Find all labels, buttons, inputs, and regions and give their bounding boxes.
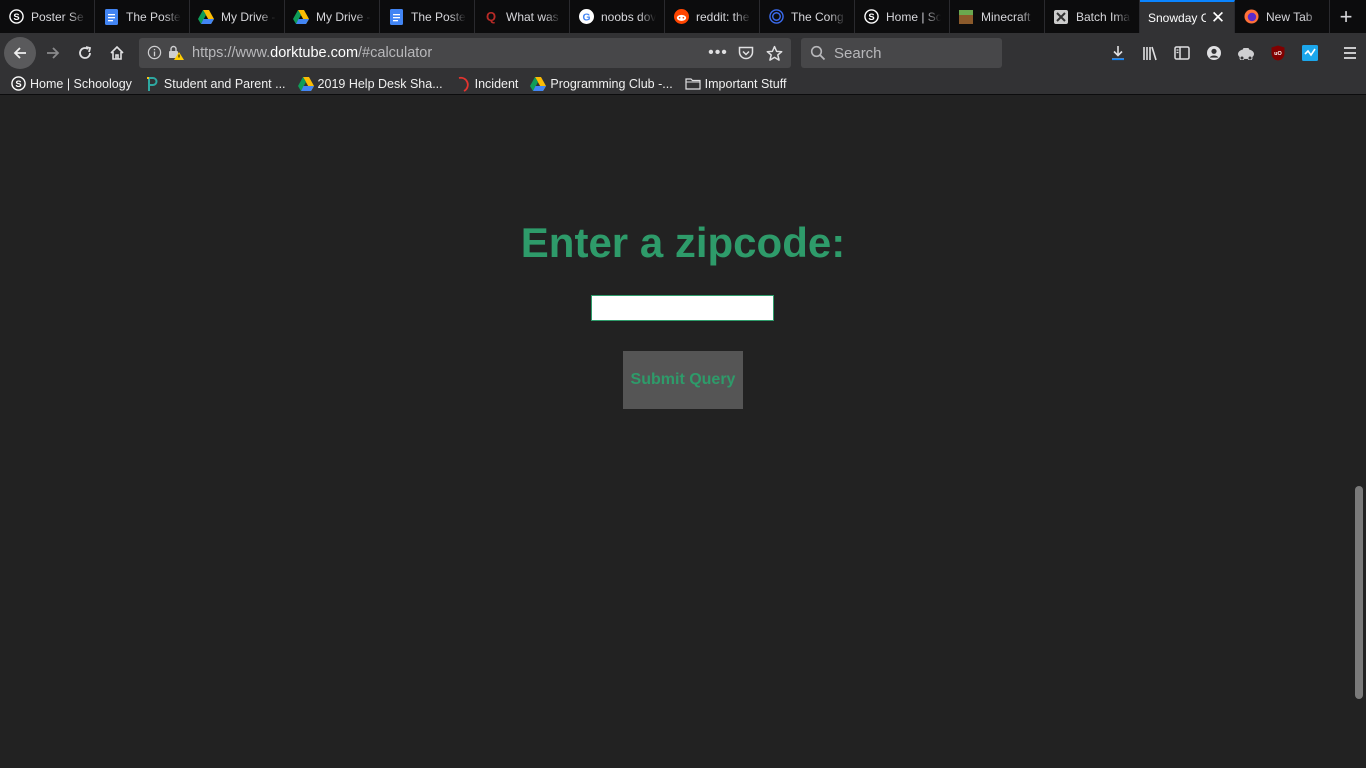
open-menu-hamburger-icon[interactable] — [1334, 38, 1366, 68]
bookmark-label: Programming Club -... — [550, 76, 673, 91]
bookmark-home-schoology[interactable]: S Home | Schoology — [4, 76, 138, 92]
bookmark-label: Incident — [474, 76, 519, 91]
tab-the-congress[interactable]: The Cong — [760, 0, 855, 33]
sidebar-icon[interactable] — [1166, 38, 1198, 68]
svg-text:S: S — [15, 79, 21, 89]
page-actions-icon[interactable]: ••• — [707, 42, 729, 64]
bookmark-label: Important Stuff — [704, 76, 787, 91]
forward-arrow-icon[interactable] — [38, 38, 68, 68]
tab-title: My Drive - — [316, 9, 371, 24]
tab-the-poster-2[interactable]: The Poste — [380, 0, 475, 33]
tab-title: What was — [506, 9, 559, 24]
tab-title: Batch Ima — [1076, 9, 1131, 24]
bookmark-programming-club[interactable]: Programming Club -... — [524, 76, 678, 92]
svg-text:G: G — [582, 12, 590, 23]
bookmark-incident[interactable]: Incident — [449, 76, 525, 92]
google-drive-icon — [297, 76, 314, 92]
bookmark-star-icon[interactable] — [763, 42, 785, 64]
congress-icon — [768, 9, 784, 25]
tab-title: reddit: the — [696, 9, 750, 24]
tracking-extension-icon[interactable] — [1230, 38, 1262, 68]
tab-the-poster-1[interactable]: The Poste — [95, 0, 190, 33]
tab-snowday-active[interactable]: Snowday C ✕ — [1140, 0, 1235, 33]
tab-title: Snowday C — [1148, 10, 1206, 25]
google-drive-icon — [198, 9, 214, 25]
svg-text:S: S — [13, 12, 19, 22]
google-docs-icon — [388, 8, 404, 25]
back-arrow-icon[interactable] — [4, 37, 36, 69]
tab-title: The Poste — [411, 9, 466, 24]
tab-minecraft[interactable]: Minecraft — [950, 0, 1045, 33]
submit-query-button[interactable]: Submit Query — [623, 351, 743, 409]
tab-title: Home | Sc — [886, 9, 941, 24]
insecure-lock-icon[interactable] — [167, 44, 184, 65]
info-icon[interactable] — [147, 45, 162, 64]
quora-icon: Q — [485, 9, 497, 24]
bookmark-student-parent[interactable]: Student and Parent ... — [138, 76, 292, 92]
batch-image-icon — [1053, 9, 1069, 25]
library-icon[interactable] — [1134, 38, 1166, 68]
minecraft-icon — [958, 9, 974, 25]
ublock-origin-icon[interactable]: uO — [1262, 38, 1294, 68]
tab-my-drive-1[interactable]: My Drive - — [190, 0, 285, 33]
search-icon — [810, 45, 826, 65]
scrollbar-thumb[interactable] — [1355, 486, 1363, 699]
url-bar[interactable]: https://www.dorktube.com/#calculator ••• — [139, 38, 791, 68]
google-drive-icon — [530, 76, 547, 92]
tab-reddit[interactable]: reddit: the — [665, 0, 760, 33]
svg-text:uO: uO — [1274, 51, 1282, 57]
tab-title: Poster Se — [31, 9, 84, 24]
new-tab-plus-icon[interactable]: + — [1331, 0, 1361, 33]
folder-icon — [685, 76, 701, 92]
tab-batch-image[interactable]: Batch Ima — [1045, 0, 1140, 33]
page-heading: Enter a zipcode: — [520, 219, 846, 266]
tab-what-was[interactable]: Q What was — [475, 0, 570, 33]
bookmark-label: Student and Parent ... — [163, 76, 286, 91]
bookmark-label: 2019 Help Desk Sha... — [317, 76, 443, 91]
schoology-icon: S — [8, 9, 24, 25]
download-icon[interactable] — [1102, 38, 1134, 68]
schoology-icon: S — [863, 9, 879, 25]
url-suffix: /#calculator — [358, 45, 433, 61]
pocket-icon[interactable] — [735, 42, 757, 64]
p-logo-icon — [144, 76, 160, 92]
firefox-icon — [1243, 9, 1259, 25]
bookmark-help-desk[interactable]: 2019 Help Desk Sha... — [292, 76, 449, 92]
svg-text:S: S — [868, 12, 874, 22]
google-icon: G — [578, 9, 594, 25]
close-tab-icon[interactable]: ✕ — [1210, 9, 1226, 26]
home-icon[interactable] — [102, 38, 132, 68]
tab-title: The Poste — [126, 9, 181, 24]
tab-noobs[interactable]: G noobs dov — [570, 0, 665, 33]
incident-icon — [455, 76, 471, 92]
zipcode-input[interactable] — [591, 295, 774, 321]
tab-my-drive-2[interactable]: My Drive - — [285, 0, 380, 33]
bookmarks-toolbar: S Home | Schoology Student and Parent ..… — [0, 73, 1366, 95]
tab-title: Minecraft — [981, 9, 1031, 24]
account-icon[interactable] — [1198, 38, 1230, 68]
tab-home-schoology[interactable]: S Home | Sc — [855, 0, 950, 33]
tab-title: The Cong — [791, 9, 844, 24]
navigation-toolbar: https://www.dorktube.com/#calculator •••… — [0, 33, 1366, 73]
blue-extension-icon[interactable] — [1294, 38, 1326, 68]
search-placeholder: Search — [834, 45, 882, 62]
reload-icon[interactable] — [70, 38, 100, 68]
tab-strip: S Poster Se The Poste My Drive - My Driv… — [0, 0, 1366, 33]
url-text[interactable]: https://www.dorktube.com/#calculator — [192, 45, 432, 61]
page-content: Enter a zipcode: Submit Query — [0, 96, 1366, 768]
schoology-icon: S — [10, 76, 26, 92]
reddit-icon — [673, 9, 689, 25]
bookmark-folder-important-stuff[interactable]: Important Stuff — [679, 76, 793, 92]
search-bar[interactable]: Search — [801, 38, 1002, 68]
url-domain: dorktube.com — [270, 45, 359, 61]
tab-title: New Tab — [1266, 9, 1313, 24]
google-drive-icon — [293, 9, 309, 25]
tab-title: My Drive - — [221, 9, 276, 24]
tab-title: noobs dov — [601, 9, 656, 24]
google-docs-icon — [103, 8, 119, 25]
url-prefix: https://www. — [192, 45, 271, 61]
tab-new-tab[interactable]: New Tab — [1235, 0, 1330, 33]
tab-poster-se[interactable]: S Poster Se — [0, 0, 95, 33]
bookmark-label: Home | Schoology — [30, 76, 132, 91]
